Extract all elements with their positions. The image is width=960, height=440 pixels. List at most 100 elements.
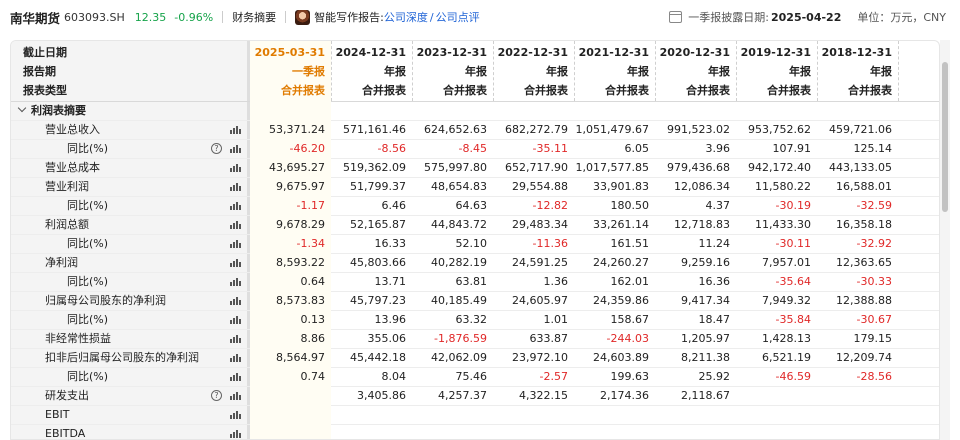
table-cell: 1,428.13 [762, 332, 811, 345]
scrollbar-thumb[interactable] [942, 62, 948, 212]
table-cell: 33,901.83 [593, 180, 649, 193]
table-cell: 40,282.19 [431, 256, 487, 269]
bar-chart-icon[interactable] [230, 291, 242, 310]
table-cell: 18.47 [698, 313, 731, 326]
column-period: 年报 [627, 65, 649, 78]
table-cell: 64.63 [455, 199, 488, 212]
help-icon[interactable]: ? [211, 390, 222, 401]
table-cell: 0.74 [300, 370, 326, 383]
table-cell: -11.36 [532, 237, 568, 250]
bar-chart-icon[interactable] [230, 386, 242, 405]
header-label-type: 报表类型 [23, 84, 67, 97]
avatar-icon [295, 9, 311, 25]
table-cell: 13.71 [374, 275, 407, 288]
ai-report-label: 智能写作报告: [314, 11, 384, 24]
bar-chart-icon[interactable] [230, 405, 242, 424]
row-label: EBIT [45, 408, 70, 421]
column-date[interactable]: 2025-03-31 [255, 43, 325, 62]
row-label: 营业总成本 [45, 161, 100, 174]
row-label: 同比(%) [67, 142, 109, 155]
bar-chart-icon[interactable] [230, 310, 242, 329]
table-cell: -32.92 [856, 237, 892, 250]
table-cell: 161.51 [610, 237, 650, 250]
bar-chart-icon[interactable] [230, 196, 242, 215]
column-report-type: 合并报表 [362, 84, 406, 97]
table-cell: 1,051,479.67 [575, 123, 649, 136]
bar-chart-icon[interactable] [230, 234, 242, 253]
vertical-scrollbar[interactable] [940, 40, 950, 440]
column-report-type: 合并报表 [848, 84, 892, 97]
period-column: 2023-12-31 年报 合并报表 624,652.63 -8.45 575,997.8… [412, 41, 493, 439]
column-date[interactable]: 2024-12-31 [336, 43, 406, 62]
disclosure-label: 一季报披露日期: [688, 11, 769, 24]
divider [285, 11, 287, 23]
bar-chart-icon[interactable] [230, 215, 242, 234]
bar-chart-icon[interactable] [230, 253, 242, 272]
table-cell: 4.37 [705, 199, 731, 212]
bar-chart-icon[interactable] [230, 329, 242, 348]
table-cell: 25.92 [698, 370, 731, 383]
table-cell: -35.11 [532, 142, 568, 155]
table-cell: 8,564.97 [276, 351, 325, 364]
header-bar: 南华期货 603093.SH 12.35 -0.96% 财务摘要 智能写作报告:… [0, 0, 960, 34]
table-cell: 953,752.62 [748, 123, 811, 136]
table-cell: 8.04 [381, 370, 407, 383]
bar-chart-icon[interactable] [230, 158, 242, 177]
stock-price: 12.35 [134, 10, 167, 24]
column-date[interactable]: 2022-12-31 [498, 43, 568, 62]
row-label: 利润总额 [45, 218, 89, 231]
bar-chart-icon[interactable] [230, 272, 242, 291]
column-date[interactable]: 2019-12-31 [741, 43, 811, 62]
column-date[interactable]: 2018-12-31 [822, 43, 892, 62]
column-date[interactable]: 2021-12-31 [579, 43, 649, 62]
company-review-link[interactable]: 公司点评 [436, 9, 480, 25]
column-date[interactable]: 2023-12-31 [417, 43, 487, 62]
period-column: 2021-12-31 年报 合并报表 1,051,479.67 6.05 1,017,57… [574, 41, 655, 439]
table-cell: 40,185.49 [431, 294, 487, 307]
company-depth-link[interactable]: 公司深度 [384, 9, 428, 25]
table-cell: 4,257.37 [438, 389, 487, 402]
table-cell: 7,957.01 [762, 256, 811, 269]
period-column: 2020-12-31 年报 合并报表 991,523.02 3.96 979,436.68… [655, 41, 736, 439]
column-date[interactable]: 2020-12-31 [660, 43, 730, 62]
period-column: 201合2041792424171717 [898, 41, 939, 439]
financial-summary-tab[interactable]: 财务摘要 [232, 9, 276, 25]
table-cell: -1.34 [296, 237, 325, 250]
column-divider [331, 41, 332, 101]
table-cell: 199.63 [610, 370, 650, 383]
table-cell: 16.36 [698, 275, 731, 288]
column-divider [817, 41, 818, 101]
link-separator: / [429, 10, 434, 24]
row-label: 营业利润 [45, 180, 89, 193]
bar-chart-icon[interactable] [230, 424, 242, 439]
table-cell: -8.56 [377, 142, 406, 155]
period-column: 2024-12-31 年报 合并报表 571,161.46 -8.56 519,362.0… [331, 41, 412, 439]
row-label: 净利润 [45, 256, 78, 269]
table-cell: 125.14 [853, 142, 893, 155]
table-cell: 16.33 [374, 237, 407, 250]
section-title: 利润表摘要 [31, 104, 86, 117]
bar-chart-icon[interactable] [230, 177, 242, 196]
section-income-summary[interactable]: 利润表摘要 [17, 101, 86, 120]
column-divider [736, 41, 737, 101]
bar-chart-icon[interactable] [230, 139, 242, 158]
row-label: 营业总收入 [45, 123, 100, 136]
bar-chart-icon[interactable] [230, 348, 242, 367]
table-cell: -35.84 [775, 313, 811, 326]
column-divider [898, 41, 899, 101]
bar-chart-icon[interactable] [230, 120, 242, 139]
stock-change: -0.96% [174, 10, 214, 24]
table-cell: 12,388.88 [836, 294, 892, 307]
bar-chart-icon[interactable] [230, 367, 242, 386]
unit-label: 单位：万元，CNY [857, 11, 946, 24]
column-report-type: 合并报表 [443, 84, 487, 97]
table-cell: 9,417.34 [681, 294, 730, 307]
column-period: 年报 [870, 65, 892, 78]
table-cell: 16,588.01 [836, 180, 892, 193]
table-cell: 12,718.83 [674, 218, 730, 231]
row-label: 研发支出 [45, 389, 89, 402]
table-cell: 29,483.34 [512, 218, 568, 231]
help-icon[interactable]: ? [211, 143, 222, 154]
row-label: 同比(%) [67, 370, 109, 383]
row-label: 同比(%) [67, 275, 109, 288]
